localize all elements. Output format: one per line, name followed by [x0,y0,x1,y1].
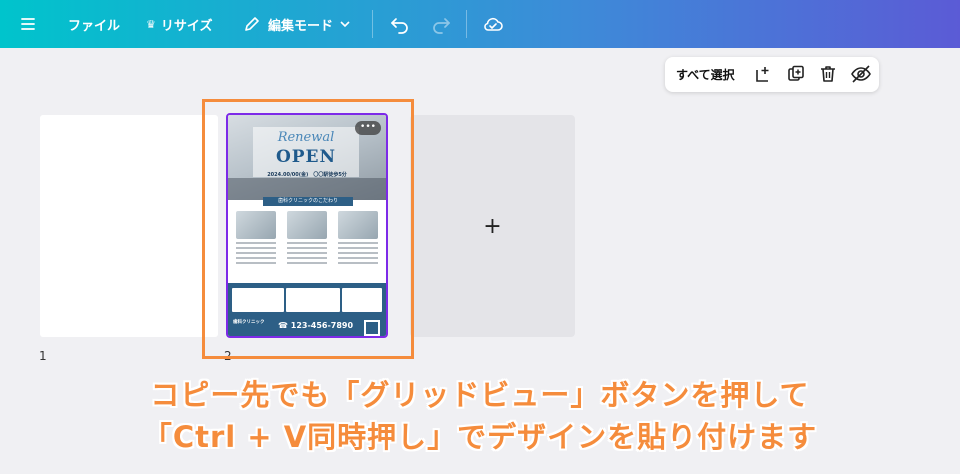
add-page-icon[interactable] [753,64,773,84]
resize-label: リサイズ [160,18,213,34]
cloud-saved-icon[interactable] [481,12,505,40]
file-menu-label: ファイル [68,18,121,34]
top-toolbar: ファイル ♛ リサイズ 編集モード [0,0,960,48]
toolbar-divider [372,10,373,38]
edit-mode-label: 編集モード [268,18,334,34]
page-thumbnail-1[interactable] [40,115,218,337]
caption-line-1: コピー先でも「グリッドビュー」ボタンを押して [150,378,810,412]
crown-icon: ♛ [146,17,156,31]
select-all-button[interactable]: すべて選択 [676,66,735,83]
add-page-button[interactable]: + [410,115,575,337]
grid-view-action-bar: すべて選択 [665,57,879,92]
trash-icon[interactable] [818,64,838,84]
redo-icon[interactable] [430,13,452,39]
menu-icon[interactable] [18,14,38,34]
page-number-1: 1 [39,349,47,363]
highlight-frame [202,99,414,359]
hide-eye-icon[interactable] [850,64,871,84]
undo-icon[interactable] [389,13,411,39]
toolbar-divider [466,10,467,38]
duplicate-icon[interactable] [786,64,806,84]
resize-button[interactable]: ♛ リサイズ [146,0,213,48]
caption-line-2: 「Ctrl + V同時押し」でデザインを貼り付けます [142,420,818,454]
pencil-icon [245,17,259,31]
chevron-down-icon [340,21,350,28]
plus-icon: + [483,213,502,239]
edit-mode-button[interactable]: 編集モード [243,0,358,48]
file-menu-button[interactable]: ファイル [68,0,120,48]
